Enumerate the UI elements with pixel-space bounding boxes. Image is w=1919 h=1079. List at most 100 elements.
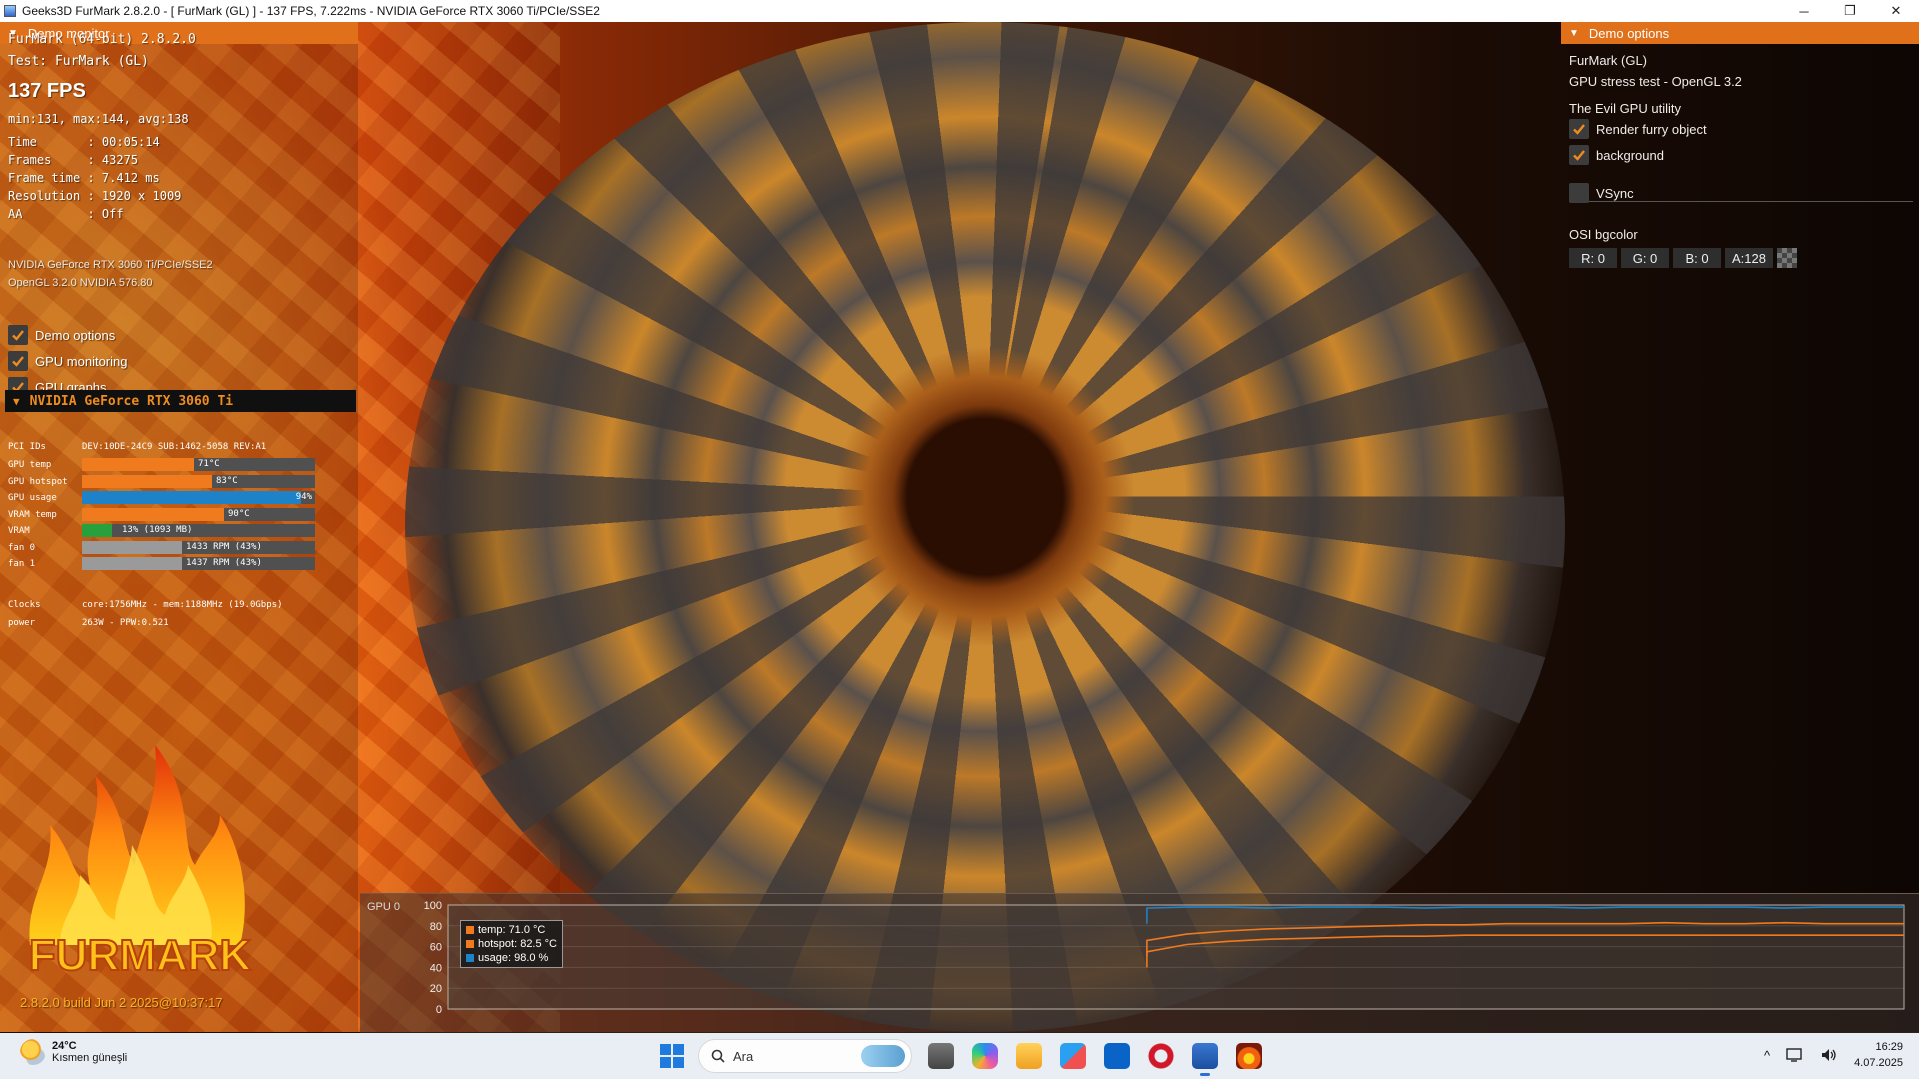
close-button[interactable]: ✕ bbox=[1873, 0, 1919, 22]
start-button[interactable] bbox=[660, 1044, 684, 1068]
legend-swatch bbox=[466, 926, 474, 934]
windows-taskbar: 24°C Kısmen güneşli Ara ^ 16:29 4.07.202… bbox=[0, 1033, 1919, 1079]
windows-logo-icon bbox=[673, 1057, 684, 1068]
sensor-bar-fill bbox=[82, 557, 182, 570]
build-string: 2.8.2.0 build Jun 2 2025@10:37:17 bbox=[20, 995, 223, 1010]
checkmark-icon bbox=[1573, 124, 1585, 135]
sensor-value: 94% bbox=[295, 492, 312, 502]
bgcolor-r-input[interactable]: R: 0 bbox=[1569, 248, 1617, 268]
furmark-taskbar-icon[interactable] bbox=[1236, 1043, 1262, 1069]
checkmark-icon bbox=[12, 330, 24, 341]
sensor-label-gpu-usage: GPU usage bbox=[8, 493, 57, 503]
gpu-monitor-header[interactable]: ▼ NVIDIA GeForce RTX 3060 Ti bbox=[5, 390, 356, 412]
weather-description: Kısmen güneşli bbox=[52, 1052, 128, 1064]
bgcolor-g-input[interactable]: G: 0 bbox=[1621, 248, 1669, 268]
sensor-bar-fan-1: 1437 RPM (43%) bbox=[82, 557, 315, 570]
test-name: Test: FurMark (GL) bbox=[8, 54, 149, 69]
checkbox-background[interactable]: background bbox=[1569, 145, 1664, 165]
clocks-label: Clocks bbox=[8, 600, 41, 610]
weather-icon bbox=[20, 1039, 46, 1065]
checkbox-gpu-monitoring[interactable]: GPU monitoring bbox=[8, 351, 127, 371]
opengl-version: OpenGL 3.2.0 NVIDIA 576.80 bbox=[8, 277, 153, 289]
bgcolor-b-input[interactable]: B: 0 bbox=[1673, 248, 1721, 268]
legend-item-usage: usage: 98.0 % bbox=[466, 951, 557, 965]
fps-readout: 137 FPS bbox=[8, 80, 86, 102]
sensor-bar-vram-temp: 90°C bbox=[82, 508, 315, 521]
sensor-label-fan-1: fan 1 bbox=[8, 559, 36, 569]
collapse-triangle-icon[interactable]: ▼ bbox=[1569, 28, 1579, 39]
checkbox-label: Render furry object bbox=[1596, 121, 1707, 137]
checkbox-render-furry-object[interactable]: Render furry object bbox=[1569, 119, 1707, 139]
taskbar-search[interactable]: Ara bbox=[698, 1039, 912, 1073]
stat-time: Time : 00:05:14 bbox=[8, 135, 160, 149]
legend-label: hotspot: 82.5 °C bbox=[478, 938, 558, 950]
opera-icon[interactable] bbox=[1148, 1043, 1174, 1069]
demo-description: GPU stress test - OpenGL 3.2 bbox=[1569, 74, 1742, 89]
bgcolor-a-input[interactable]: A:128 bbox=[1725, 248, 1773, 268]
power-value: 263W - PPW:0.521 bbox=[82, 618, 169, 628]
sensor-bar-fan-0: 1433 RPM (43%) bbox=[82, 541, 315, 554]
file-explorer-icon[interactable] bbox=[1016, 1043, 1042, 1069]
checkmark-icon bbox=[12, 356, 24, 367]
demo-name: FurMark (GL) bbox=[1569, 53, 1647, 68]
sensor-value: 13% (1093 MB) bbox=[122, 525, 193, 535]
graph-legend: temp: 71.0 °C hotspot: 82.5 °C usage: 98… bbox=[460, 920, 564, 968]
task-view-icon[interactable] bbox=[928, 1043, 954, 1069]
chevron-up-icon[interactable]: ^ bbox=[1764, 1048, 1770, 1063]
sensor-bar-gpu-temp: 71°C bbox=[82, 458, 315, 471]
stat-resolution: Resolution : 1920 x 1009 bbox=[8, 189, 182, 203]
search-placeholder: Ara bbox=[733, 1048, 754, 1064]
checkbox-label: Demo options bbox=[35, 327, 116, 343]
checkbox-vsync[interactable]: VSync bbox=[1569, 183, 1634, 203]
search-icon bbox=[711, 1049, 725, 1063]
active-window-icon[interactable] bbox=[1192, 1043, 1218, 1076]
checkbox-box[interactable] bbox=[1569, 183, 1589, 203]
pci-value: DEV:10DE-24C9 SUB:1462-5058 REV:A1 bbox=[82, 442, 267, 452]
collapse-triangle-icon[interactable]: ▼ bbox=[13, 395, 20, 408]
legend-swatch bbox=[466, 940, 474, 948]
gpu-graph-panel: GPU 0 100 80 60 40 20 0 temp: 71.0 °C hotspot… bbox=[360, 893, 1919, 1033]
sensor-label-gpu-hotspot: GPU hotspot bbox=[8, 477, 68, 487]
legend-label: temp: 71.0 °C bbox=[478, 924, 546, 936]
checkbox-box[interactable] bbox=[1569, 119, 1589, 139]
checkbox-box[interactable] bbox=[8, 325, 28, 345]
sensor-value: 83°C bbox=[216, 476, 238, 486]
minimize-button[interactable]: ─ bbox=[1781, 0, 1827, 22]
network-icon[interactable] bbox=[1786, 1047, 1804, 1063]
furry-torus bbox=[405, 22, 1565, 1032]
sensor-bar-vram: 13% (1093 MB) bbox=[82, 524, 315, 537]
copilot-icon[interactable] bbox=[972, 1043, 998, 1069]
microsoft-store-icon[interactable] bbox=[1060, 1043, 1086, 1069]
weather-temperature: 24°C bbox=[52, 1040, 77, 1052]
sensor-label-gpu-temp: GPU temp bbox=[8, 460, 52, 470]
checkbox-box[interactable] bbox=[8, 351, 28, 371]
speaker-icon[interactable] bbox=[1820, 1047, 1838, 1063]
legend-swatch bbox=[466, 954, 474, 962]
window-title: Geeks3D FurMark 2.8.2.0 - [ FurMark (GL)… bbox=[22, 4, 600, 18]
checkbox-label: GPU monitoring bbox=[35, 353, 128, 369]
app-version: FurMark (64-bit) 2.8.2.0 bbox=[8, 32, 196, 47]
y-tick-label: 100 bbox=[424, 900, 442, 912]
sensor-bar-fill bbox=[82, 491, 301, 504]
y-tick-label: 0 bbox=[436, 1004, 442, 1016]
outlook-icon[interactable] bbox=[1104, 1043, 1130, 1069]
bgcolor-swatch[interactable] bbox=[1777, 248, 1797, 268]
clock[interactable]: 16:29 4.07.2025 bbox=[1854, 1039, 1903, 1071]
windows-logo-icon bbox=[660, 1057, 671, 1068]
checkbox-demo-options[interactable]: Demo options bbox=[8, 325, 115, 345]
sensor-bar-fill bbox=[82, 458, 194, 471]
maximize-button[interactable]: ❐ bbox=[1827, 0, 1873, 22]
app-icon bbox=[4, 5, 16, 17]
windows-logo-icon bbox=[673, 1044, 684, 1055]
gpu-graph-chart: 100 80 60 40 20 0 bbox=[424, 900, 1905, 1016]
sensor-bar-fill bbox=[82, 524, 112, 537]
demo-options-header[interactable]: ▼ Demo options bbox=[1561, 22, 1919, 44]
legend-label: usage: 98.0 % bbox=[478, 952, 549, 964]
sensor-bar-fill bbox=[82, 475, 212, 488]
sensor-label-vram: VRAM bbox=[8, 526, 30, 536]
window-title-bar[interactable]: Geeks3D FurMark 2.8.2.0 - [ FurMark (GL)… bbox=[0, 0, 1919, 22]
y-tick-label: 80 bbox=[430, 921, 442, 933]
sensor-value: 1433 RPM (43%) bbox=[186, 542, 262, 552]
weather-widget[interactable]: 24°C Kısmen güneşli bbox=[20, 1039, 127, 1065]
checkbox-box[interactable] bbox=[1569, 145, 1589, 165]
